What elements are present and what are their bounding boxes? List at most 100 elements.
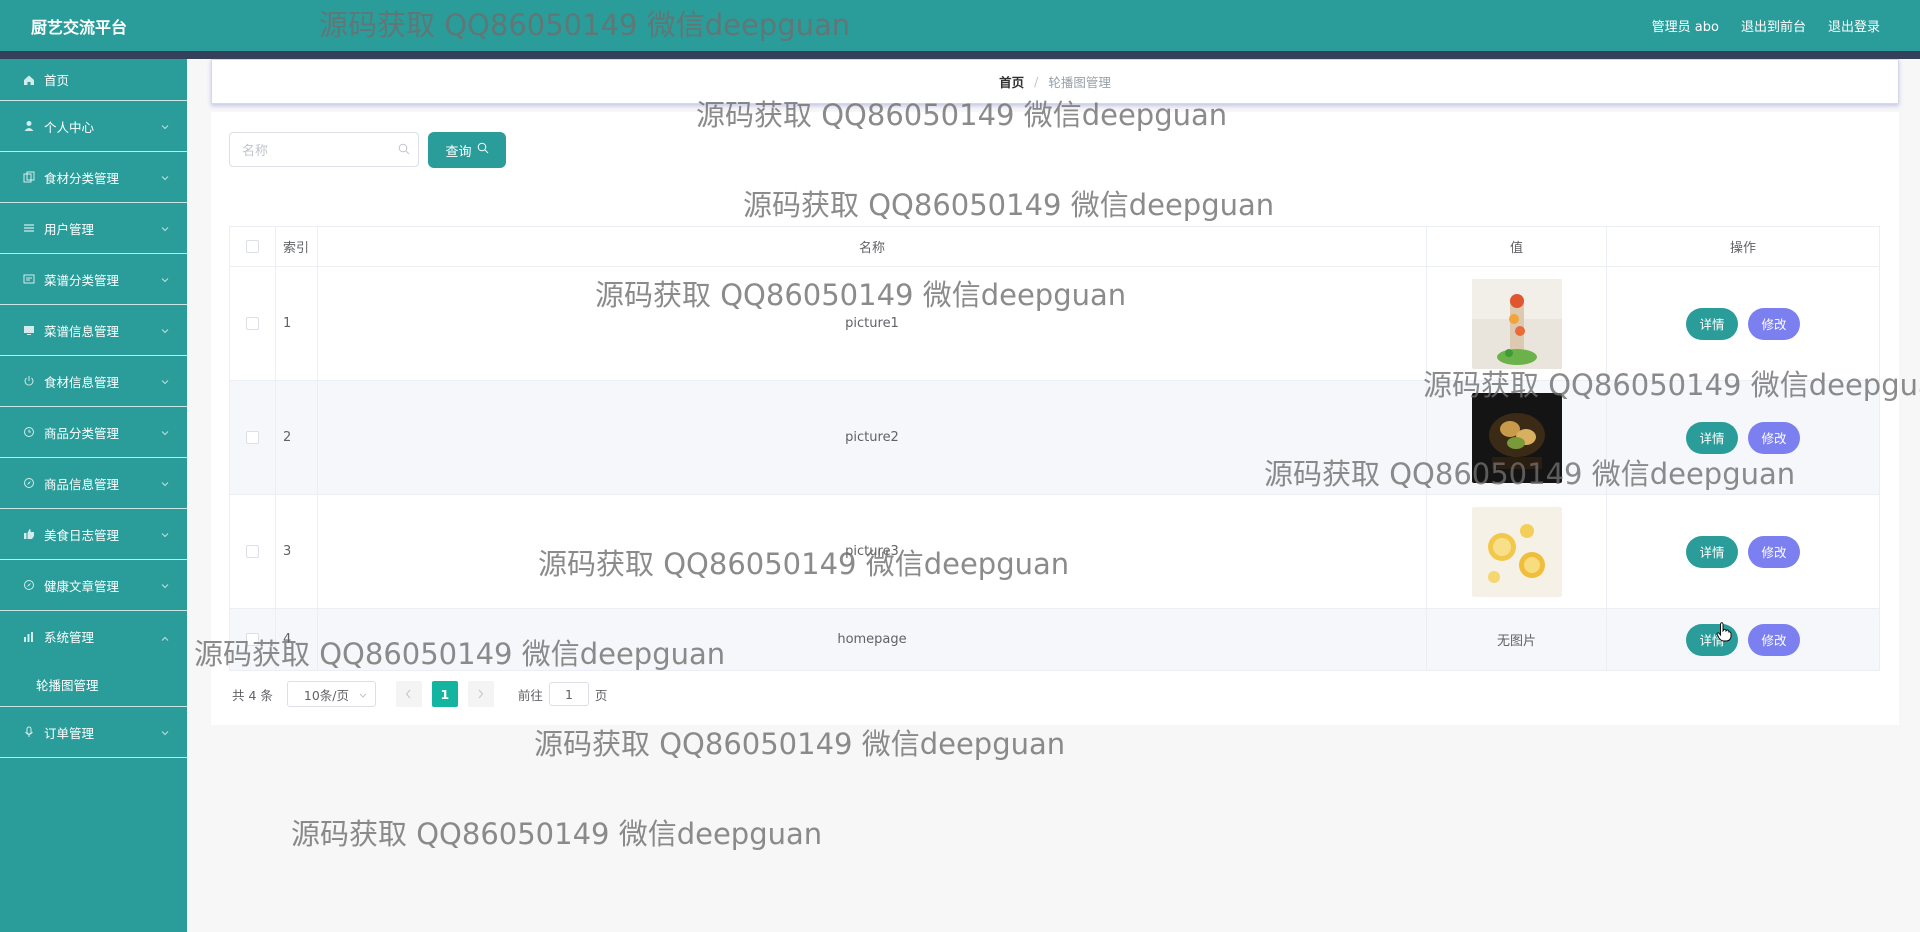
table-row: 1 picture1 详情 修改 <box>230 267 1879 381</box>
page-number-current[interactable]: 1 <box>431 681 458 707</box>
page-size-value: 10条/页 <box>303 687 350 703</box>
row-checkbox[interactable] <box>246 633 259 646</box>
chevron-down-icon <box>161 425 169 440</box>
row-name: picture3 <box>845 544 899 559</box>
sidebar-subitem-carousel[interactable]: 轮播图管理 <box>0 662 187 707</box>
monitor-icon <box>22 323 36 337</box>
header-divider <box>0 51 1920 59</box>
sidebar-item-label: 菜谱信息管理 <box>44 323 120 339</box>
goto-label: 前往 <box>517 687 543 703</box>
edit-button[interactable]: 修改 <box>1748 623 1800 656</box>
table-row: 2 picture2 详情 修改 <box>230 381 1879 495</box>
goto-page-input[interactable]: 1 <box>548 682 589 706</box>
sidebar-item-product-info[interactable]: 商品信息管理 <box>0 458 187 509</box>
sidebar-item-health-article[interactable]: 健康文章管理 <box>0 560 187 611</box>
sidebar-item-label: 食材分类管理 <box>44 170 120 186</box>
edit-button[interactable]: 修改 <box>1748 307 1800 340</box>
sidebar-item-home[interactable]: 首页 <box>0 59 187 101</box>
sidebar-item-label: 食材信息管理 <box>44 374 120 390</box>
pagination: 共 4 条 10条/页 1 前往 1 页 <box>232 681 607 707</box>
list-icon <box>22 221 36 235</box>
page-size-select[interactable]: 10条/页 <box>286 681 376 707</box>
row-index: 2 <box>283 430 292 445</box>
row-value: 无图片 <box>1496 634 1536 649</box>
sidebar-item-product-category[interactable]: 商品分类管理 <box>0 407 187 458</box>
edit-button[interactable]: 修改 <box>1748 535 1800 568</box>
sidebar-item-label: 首页 <box>44 73 70 88</box>
sidebar-item-ingredient-info[interactable]: 食材信息管理 <box>0 356 187 407</box>
chevron-down-icon <box>161 374 169 389</box>
table-row: 4 homepage 无图片 详情 修改 <box>230 609 1879 670</box>
sidebar-item-system[interactable]: 系统管理 <box>0 611 187 662</box>
sidebar-item-users[interactable]: 用户管理 <box>0 203 187 254</box>
current-user-label: 管理员 abo <box>1651 20 1719 35</box>
breadcrumb: 首页 / 轮播图管理 <box>211 59 1899 104</box>
sidebar-item-ingredient-category[interactable]: 食材分类管理 <box>0 152 187 203</box>
chevron-down-icon <box>161 119 169 134</box>
pagination-total: 共 4 条 <box>232 687 273 703</box>
sidebar-item-orders[interactable]: 订单管理 <box>0 707 187 758</box>
watermark-text: 源码获取 QQ86050149 微信deepguan <box>534 727 1066 761</box>
compass-icon <box>22 578 36 592</box>
chevron-down-icon <box>161 323 169 338</box>
name-search-input[interactable]: 名称 <box>229 132 419 167</box>
carousel-thumbnail[interactable] <box>1471 392 1562 483</box>
sidebar: 首页 个人中心 食材分类管理 用户管理 菜谱分类管理 菜谱信息管理 食材信息管理… <box>0 59 187 932</box>
chevron-down-icon <box>161 272 169 287</box>
power-icon <box>22 374 36 388</box>
watermark-text: 源码获取 QQ86050149 微信deepguan <box>291 817 823 851</box>
row-checkbox[interactable] <box>246 317 259 330</box>
page-unit-label: 页 <box>594 687 608 703</box>
sidebar-item-label: 系统管理 <box>44 630 95 645</box>
sidebar-item-label: 商品分类管理 <box>44 425 120 441</box>
row-index: 3 <box>283 544 292 559</box>
chevron-down-icon <box>161 578 169 593</box>
chevron-down-icon <box>161 476 169 491</box>
sidebar-item-personal[interactable]: 个人中心 <box>0 101 187 152</box>
detail-button[interactable]: 详情 <box>1686 535 1738 568</box>
hand-cursor-icon <box>1716 622 1732 646</box>
sidebar-item-label: 菜谱分类管理 <box>44 272 120 288</box>
chevron-down-icon <box>161 725 169 740</box>
thumb-icon <box>22 527 36 541</box>
prev-page-button[interactable] <box>395 681 422 707</box>
user-icon <box>22 119 36 133</box>
header-actions: 操作 <box>1729 241 1756 256</box>
detail-button[interactable]: 详情 <box>1686 307 1738 340</box>
row-index: 1 <box>283 316 292 331</box>
app-title: 厨艺交流平台 <box>31 17 128 37</box>
table-header: 索引 名称 值 操作 <box>230 227 1879 267</box>
message-icon <box>22 272 36 286</box>
row-name: picture2 <box>845 430 899 445</box>
carousel-table: 索引 名称 值 操作 1 picture1 详情 修改 2 picture2 详… <box>229 226 1880 671</box>
sidebar-item-food-log[interactable]: 美食日志管理 <box>0 509 187 560</box>
sidebar-item-label: 订单管理 <box>44 725 95 741</box>
search-placeholder: 名称 <box>242 144 269 159</box>
sidebar-item-label: 健康文章管理 <box>44 578 120 594</box>
next-page-button[interactable] <box>467 681 494 707</box>
chevron-up-icon <box>161 629 169 644</box>
query-button[interactable]: 查询 <box>428 132 506 168</box>
sidebar-item-label: 美食日志管理 <box>44 527 120 543</box>
chart-icon <box>22 630 36 644</box>
logout-link[interactable]: 退出登录 <box>1828 16 1880 35</box>
carousel-thumbnail[interactable] <box>1471 278 1562 369</box>
table-row: 3 picture3 详情 修改 <box>230 495 1879 609</box>
header-index: 索引 <box>283 241 310 256</box>
breadcrumb-current: 轮播图管理 <box>1048 75 1111 90</box>
sidebar-item-recipe-info[interactable]: 菜谱信息管理 <box>0 305 187 356</box>
sidebar-item-label: 用户管理 <box>44 221 95 237</box>
row-name: picture1 <box>845 316 899 331</box>
sidebar-item-label: 个人中心 <box>44 119 95 135</box>
clock-icon <box>22 425 36 439</box>
row-checkbox[interactable] <box>246 545 259 558</box>
carousel-thumbnail[interactable] <box>1471 506 1562 597</box>
breadcrumb-home[interactable]: 首页 <box>999 72 1024 91</box>
select-all-checkbox[interactable] <box>246 240 259 253</box>
go-front-link[interactable]: 退出到前台 <box>1741 16 1806 35</box>
sidebar-item-recipe-category[interactable]: 菜谱分类管理 <box>0 254 187 305</box>
row-checkbox[interactable] <box>246 431 259 444</box>
detail-button[interactable]: 详情 <box>1686 421 1738 454</box>
edit-button[interactable]: 修改 <box>1748 421 1800 454</box>
chevron-down-icon <box>161 221 169 236</box>
